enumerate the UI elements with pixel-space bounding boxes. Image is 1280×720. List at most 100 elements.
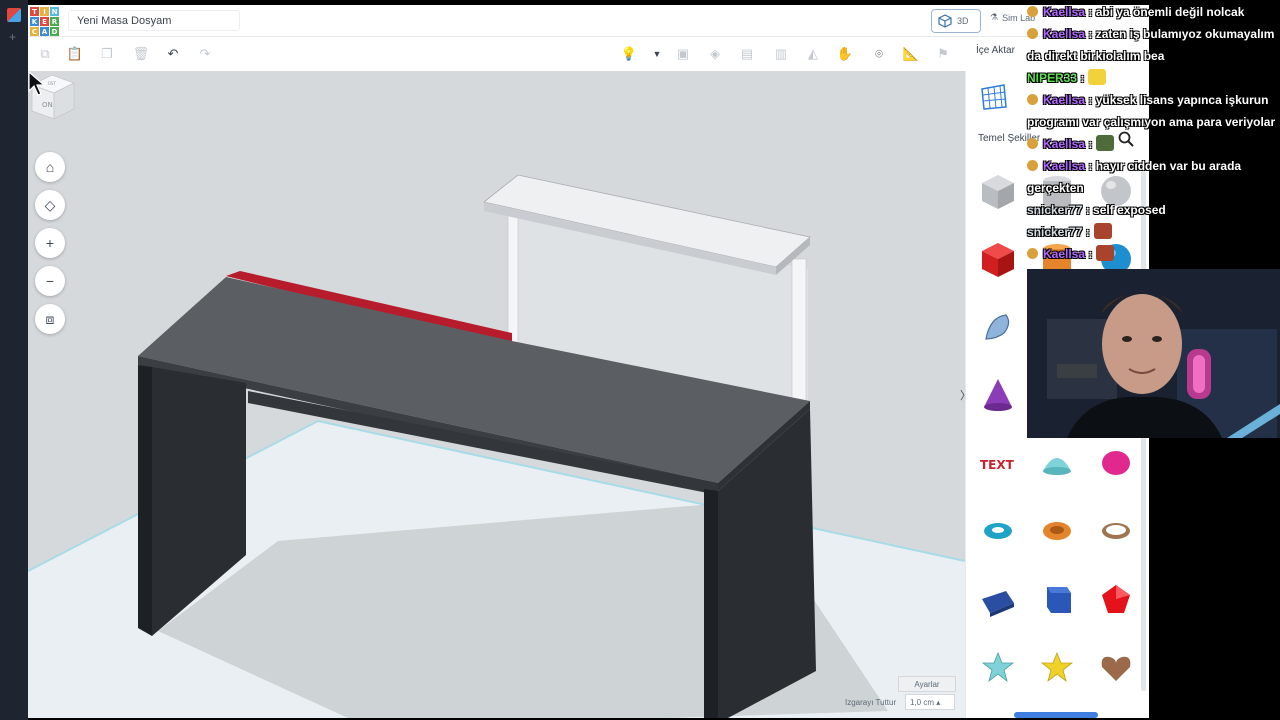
stream-chat-overlay: Kaellsa : abi ya önemli değil nolcak Kael…: [1027, 2, 1280, 267]
chat-badge-icon: [1027, 94, 1038, 105]
shape-polygon-icon[interactable]: [1094, 441, 1138, 485]
chat-message: programı var çalışmıyon ama para veriyol…: [1027, 112, 1280, 132]
chat-message: snicker77 : self exposed: [1027, 200, 1280, 220]
shape-star-icon[interactable]: [976, 645, 1020, 689]
redo-icon[interactable]: ↷: [196, 45, 214, 63]
tinkercad-window: TINKERCAD Yeni Masa Dosyam 3D ⚗ Sim Lab …: [28, 5, 1149, 718]
shape-tube-icon[interactable]: [1035, 509, 1079, 553]
chat-message: Kaellsa : zaten iş bulamıyoz okumayalım: [1027, 24, 1280, 44]
shape-heart-icon[interactable]: [1094, 645, 1138, 689]
chat-emote-icon: [1096, 245, 1115, 261]
shape-torus-icon[interactable]: [976, 509, 1020, 553]
shape-star-gold-icon[interactable]: [1035, 645, 1079, 689]
screen: + TINKERCAD Yeni Masa Dosyam 3D ⚗ Sim La…: [0, 0, 1280, 720]
light-icon[interactable]: 💡: [620, 45, 638, 63]
perspective-icon: ⧈: [45, 310, 55, 327]
undo-icon[interactable]: ↶: [164, 45, 182, 63]
webcam-feed: [1027, 269, 1280, 438]
chat-username: NIPER33: [1027, 71, 1078, 85]
logo-letter: C: [30, 27, 39, 36]
duplicate-icon[interactable]: ❐: [98, 45, 116, 63]
logo-letter: I: [40, 7, 49, 16]
chat-emote-icon: [1096, 135, 1115, 151]
align-icon[interactable]: ▤: [738, 45, 756, 63]
workplane-tool-icon[interactable]: [980, 83, 1008, 111]
home-icon: ⌂: [45, 159, 55, 175]
workplane-viewport[interactable]: ON ÜST ⌂ ◇ + − ⧈ Ayarlar Izgarayı Tuttur…: [28, 71, 965, 718]
fit-view-button[interactable]: ◇: [35, 190, 65, 220]
chat-username: snicker77: [1027, 225, 1083, 239]
chat-username: Kaellsa: [1043, 159, 1086, 173]
chat-username: Kaellsa: [1043, 27, 1086, 41]
chat-message: Kaellsa : hayır cidden var bu arada: [1027, 156, 1280, 176]
shelf-post-left: [507, 210, 519, 347]
align-bottom-icon[interactable]: ▥: [772, 45, 790, 63]
shape-cone-icon[interactable]: [976, 373, 1020, 417]
chat-message: NIPER33 :: [1027, 68, 1280, 88]
home-view-button[interactable]: ⌂: [35, 152, 65, 182]
shape-box-striped-icon[interactable]: [976, 169, 1020, 213]
minus-icon: −: [45, 273, 55, 289]
copy-icon[interactable]: ⧉: [36, 45, 54, 63]
cruise-icon[interactable]: ✋: [836, 45, 854, 63]
ungroup-icon[interactable]: ◈: [706, 45, 724, 63]
chat-emote-icon: [1093, 223, 1112, 239]
chevron-down-icon[interactable]: ▼: [648, 45, 666, 63]
scene-svg: [28, 174, 965, 718]
logo-letter: T: [30, 7, 39, 16]
snap-grid-select[interactable]: 1,0 cm ▴: [905, 694, 955, 710]
mouse-cursor-icon: [28, 71, 46, 96]
chat-text: :: [1082, 225, 1090, 239]
shape-gem-icon[interactable]: [1094, 577, 1138, 621]
chat-badge-icon: [1027, 160, 1038, 171]
paste-icon[interactable]: 📋: [66, 45, 84, 63]
viewcube-top-label: ÜST: [48, 81, 56, 86]
shape-text-icon[interactable]: TEXT: [976, 441, 1020, 485]
zoom-in-button[interactable]: +: [35, 228, 65, 258]
chat-username: Kaellsa: [1043, 247, 1086, 261]
panel-scroll-indicator[interactable]: [1014, 712, 1098, 718]
import-button[interactable]: İçe Aktar: [976, 45, 1015, 56]
chat-text: da direkt birkiolalım bea: [1027, 49, 1165, 63]
chat-text: programı var çalışmıyon ama para veriyol…: [1027, 115, 1276, 129]
chat-badge-icon: [1027, 138, 1038, 149]
perspective-button[interactable]: ⧈: [35, 304, 65, 334]
mirror-icon[interactable]: ◭: [804, 45, 822, 63]
chat-message: Kaellsa :: [1027, 244, 1280, 264]
chat-message: Kaellsa : yüksek lisans yapınca işkurun: [1027, 90, 1280, 110]
app-launcher-icon[interactable]: [7, 8, 21, 22]
shape-paraboloid-icon[interactable]: [1035, 441, 1079, 485]
chat-badge-icon: [1027, 6, 1038, 17]
chat-text: : zaten iş bulamıyoz okumayalım: [1085, 27, 1275, 41]
mode-3d-button[interactable]: 3D: [931, 9, 981, 33]
shape-scribble-icon[interactable]: [976, 305, 1020, 349]
shape-box-icon[interactable]: [976, 237, 1020, 281]
chat-badge-icon: [1027, 28, 1038, 39]
document-title-field[interactable]: Yeni Masa Dosyam: [68, 10, 240, 31]
group-icon[interactable]: ▣: [674, 45, 692, 63]
chat-badge-icon: [1027, 248, 1038, 259]
chat-text: :: [1085, 247, 1093, 261]
settings-button[interactable]: Ayarlar: [898, 676, 956, 692]
workplane-icon[interactable]: ⌾: [870, 45, 888, 63]
fit-icon: ◇: [44, 196, 56, 213]
notes-icon[interactable]: ⚑: [934, 45, 952, 63]
shape-wedge-icon[interactable]: [976, 577, 1020, 621]
chat-username: Kaellsa: [1043, 93, 1086, 107]
panel-collapse-icon[interactable]: 〉: [960, 387, 972, 405]
mode-3d-label: 3D: [957, 16, 969, 26]
logo-letter: R: [50, 17, 59, 26]
chat-message: da direkt birkiolalım bea: [1027, 46, 1280, 66]
snap-grid-value: 1,0 cm: [910, 698, 935, 707]
chat-text: : abi ya önemli değil nolcak: [1085, 5, 1245, 19]
edit-toolbar: ⧉ 📋 ❐ 🗑 ↶ ↷ 💡 ▼ ▣ ◈ ▤ ▥ ◭ ✋ ⌾ 📐 ⚑: [28, 37, 965, 71]
delete-icon[interactable]: 🗑: [132, 45, 150, 63]
shape-hexagonal-prism-icon[interactable]: [1035, 577, 1079, 621]
chat-username: snicker77: [1027, 203, 1083, 217]
zoom-out-button[interactable]: −: [35, 266, 65, 296]
tinkercad-logo[interactable]: TIN KER CAD: [30, 7, 59, 36]
shape-ring-icon[interactable]: [1094, 509, 1138, 553]
chat-message: Kaellsa :: [1027, 134, 1280, 154]
add-icon[interactable]: +: [9, 30, 16, 44]
ruler-icon[interactable]: 📐: [902, 45, 920, 63]
